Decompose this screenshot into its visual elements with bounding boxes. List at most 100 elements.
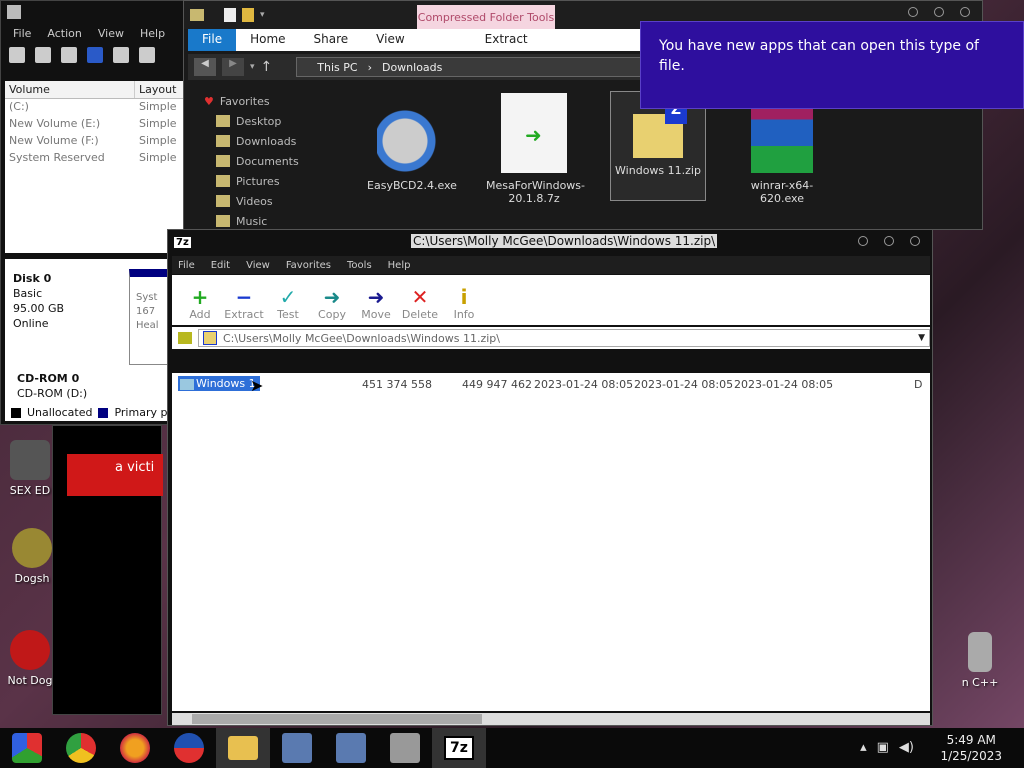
back-button[interactable]: ◀ [194, 58, 216, 76]
taskbar-app-4[interactable] [162, 728, 216, 768]
properties-icon[interactable] [224, 8, 236, 22]
nav-item-videos[interactable]: Videos [204, 191, 299, 211]
menu-file[interactable]: File [13, 27, 31, 43]
menu-action[interactable]: Action [47, 27, 81, 43]
menu-tools[interactable]: Tools [347, 260, 372, 271]
nav-item-label: Downloads [236, 134, 297, 148]
navigation-pane: ♥ Favorites Desktop Downloads Documents … [204, 91, 299, 231]
nav-favorites[interactable]: ♥ Favorites [204, 91, 299, 111]
maximize-button[interactable] [884, 236, 894, 246]
forward-icon[interactable] [35, 47, 51, 63]
chevron-down-icon[interactable]: ▾ [260, 10, 265, 20]
nav-item-pictures[interactable]: Pictures [204, 171, 299, 191]
nav-item-documents[interactable]: Documents [204, 151, 299, 171]
nav-item-desktop[interactable]: Desktop [204, 111, 299, 131]
list-header [172, 351, 930, 373]
back-icon[interactable] [9, 47, 25, 63]
taskbar-app-6[interactable] [270, 728, 324, 768]
desktop-icon-not-dog[interactable]: Not Dog [0, 630, 60, 687]
horizontal-scrollbar[interactable] [172, 713, 930, 725]
close-button[interactable] [910, 236, 920, 246]
table-row[interactable]: Windows 1 451 374 558 449 947 462 2023-0… [172, 376, 930, 394]
menu-view[interactable]: View [98, 27, 124, 43]
compressed-folder-tools-tab[interactable]: Compressed Folder Tools [417, 5, 555, 29]
file-winrar[interactable]: winrar-x64-620.exe [734, 93, 830, 205]
move-button[interactable]: ➜ Move [354, 275, 398, 325]
chevron-down-icon[interactable]: ▼ [918, 333, 925, 343]
table-row[interactable]: (C:) Simple [5, 99, 187, 116]
button-label: Info [453, 308, 475, 321]
7zip-file-manager-window: 7z C:\Users\Molly McGee\Downloads\Window… [167, 229, 933, 726]
extract-button[interactable]: − Extract [222, 275, 266, 325]
file-easybcd[interactable]: EasyBCD2.4.exe [364, 93, 460, 192]
table-row[interactable]: New Volume (E:) Simple [5, 116, 187, 133]
refresh-icon[interactable] [139, 47, 155, 63]
chevron-down-icon[interactable]: ▾ [250, 62, 255, 72]
folder-up-icon[interactable] [178, 332, 192, 344]
breadcrumb-downloads[interactable]: Downloads [382, 61, 442, 74]
taskbar-app-8[interactable] [378, 728, 432, 768]
legend-unallocated-swatch [11, 407, 21, 418]
disk0-info[interactable]: Disk 0 Basic 95.00 GB Online [13, 271, 64, 331]
menu-file[interactable]: File [178, 260, 195, 271]
forward-button[interactable]: ▶ [222, 58, 244, 76]
taskbar-chrome[interactable] [54, 728, 108, 768]
column-layout[interactable]: Layout [135, 81, 187, 98]
button-label: Add [189, 308, 211, 321]
menu-view[interactable]: View [246, 260, 270, 271]
menu-help[interactable]: Help [140, 27, 165, 43]
taskbar-app-1[interactable] [0, 728, 54, 768]
cdrom-info[interactable]: CD-ROM 0 CD-ROM (D:) [17, 371, 87, 401]
desktop-icon-sex-ed[interactable]: SEX ED [0, 440, 60, 497]
menu-edit[interactable]: Edit [211, 260, 230, 271]
info-button[interactable]: i Info [442, 275, 486, 325]
chevron-up-icon[interactable]: ▴ [860, 740, 867, 755]
nav-item-music[interactable]: Music [204, 211, 299, 231]
add-button[interactable]: + Add [178, 275, 222, 325]
nav-item-label: Pictures [236, 174, 280, 188]
taskbar-app-7[interactable] [324, 728, 378, 768]
path-input[interactable]: C:\Users\Molly McGee\Downloads\Windows 1… [198, 329, 930, 347]
nav-item-downloads[interactable]: Downloads [204, 131, 299, 151]
maximize-button[interactable] [934, 7, 944, 17]
tab-extract[interactable]: Extract [419, 29, 542, 51]
copy-button[interactable]: ➜ Copy [310, 275, 354, 325]
volume-icon[interactable]: ◀) [899, 740, 914, 755]
notification-toast[interactable]: You have new apps that can open this typ… [640, 21, 1024, 109]
new-folder-icon[interactable] [242, 8, 254, 22]
table-row[interactable]: New Volume (F:) Simple [5, 133, 187, 150]
tab-home[interactable]: Home [236, 29, 299, 51]
app-icon [174, 733, 204, 763]
table-header: Volume Layout [5, 81, 187, 99]
tab-share[interactable]: Share [300, 29, 363, 51]
properties-icon[interactable] [61, 47, 77, 63]
tab-file[interactable]: File [188, 29, 237, 51]
file-mesa[interactable]: ➜ MesaForWindows-20.1.8.7z [486, 93, 585, 205]
check-icon: ✓ [279, 285, 297, 309]
network-icon[interactable]: ▣ [877, 740, 889, 755]
up-arrow-icon[interactable]: ↑ [261, 59, 273, 75]
table-row[interactable]: System Reserved Simple [5, 150, 187, 167]
clock[interactable]: 5:49 AM 1/25/2023 [940, 732, 1002, 764]
delete-button[interactable]: ✕ Delete [398, 275, 442, 325]
menu-help[interactable]: Help [388, 260, 411, 271]
taskbar-file-explorer[interactable] [216, 728, 270, 768]
file-name: winrar-x64-620.exe [750, 179, 814, 205]
minus-icon: − [235, 285, 253, 309]
desktop-icon-cpp[interactable]: n C++ [950, 632, 1010, 689]
red-banner-text: a victi [115, 460, 155, 475]
taskbar-7zip[interactable]: 7z [432, 728, 486, 768]
minimize-button[interactable] [908, 7, 918, 17]
tab-view[interactable]: View [362, 29, 418, 51]
volume-layout: Simple [139, 134, 177, 147]
minimize-button[interactable] [858, 236, 868, 246]
scrollbar-thumb[interactable] [192, 714, 482, 724]
test-button[interactable]: ✓ Test [266, 275, 310, 325]
menu-favorites[interactable]: Favorites [286, 260, 331, 271]
grid-icon[interactable] [113, 47, 129, 63]
help-icon[interactable] [87, 47, 103, 63]
close-button[interactable] [960, 7, 970, 17]
breadcrumb-this-pc[interactable]: This PC [317, 61, 357, 74]
column-volume[interactable]: Volume [5, 81, 135, 98]
taskbar-firefox[interactable] [108, 728, 162, 768]
